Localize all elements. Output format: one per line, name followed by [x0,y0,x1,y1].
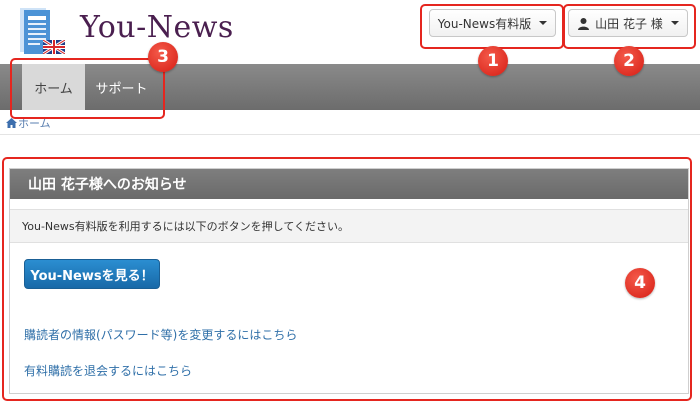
app-title: You-News [80,10,234,45]
annotation-badge-2: 2 [614,46,644,76]
annotation-badge-4: 4 [625,268,655,298]
divider [0,134,700,135]
logo[interactable] [16,8,76,58]
annotation-badge-1: 1 [478,46,508,76]
annotation-badge-3: 3 [148,42,178,72]
annotation-highlight-2 [563,4,696,49]
uk-flag-icon [43,40,65,54]
annotation-highlight-4 [2,157,692,401]
annotation-highlight-1 [420,4,564,49]
home-icon [6,118,17,128]
annotation-highlight-3 [10,58,165,119]
